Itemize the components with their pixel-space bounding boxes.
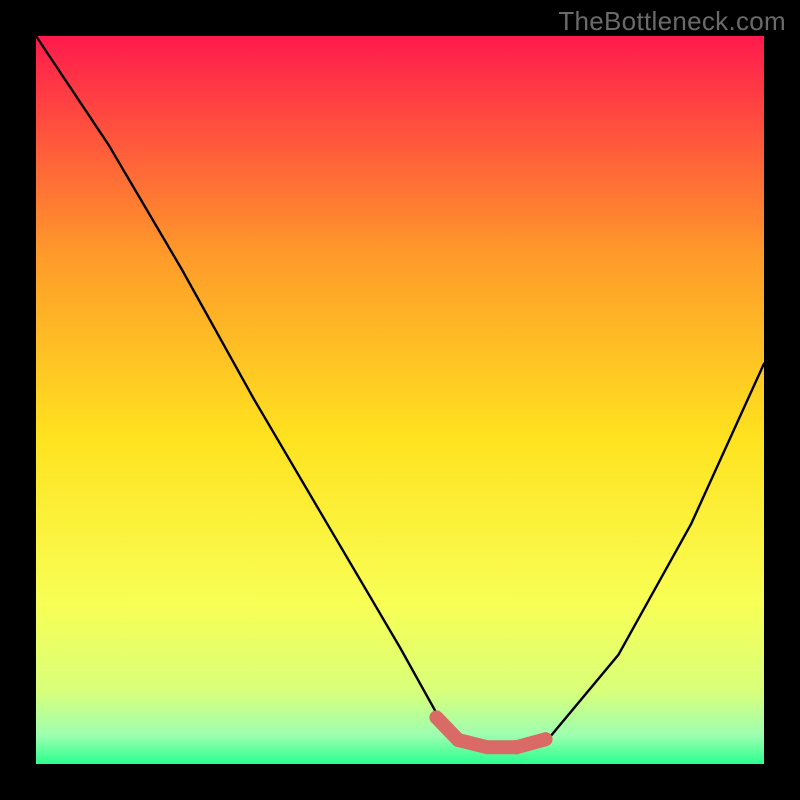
plot-background bbox=[36, 36, 764, 764]
optimal-marker-mid bbox=[458, 740, 516, 747]
chart-frame: TheBottleneck.com bbox=[0, 0, 800, 800]
watermark-text: TheBottleneck.com bbox=[558, 6, 786, 37]
optimal-marker-right bbox=[517, 739, 546, 747]
chart-svg bbox=[0, 0, 800, 800]
